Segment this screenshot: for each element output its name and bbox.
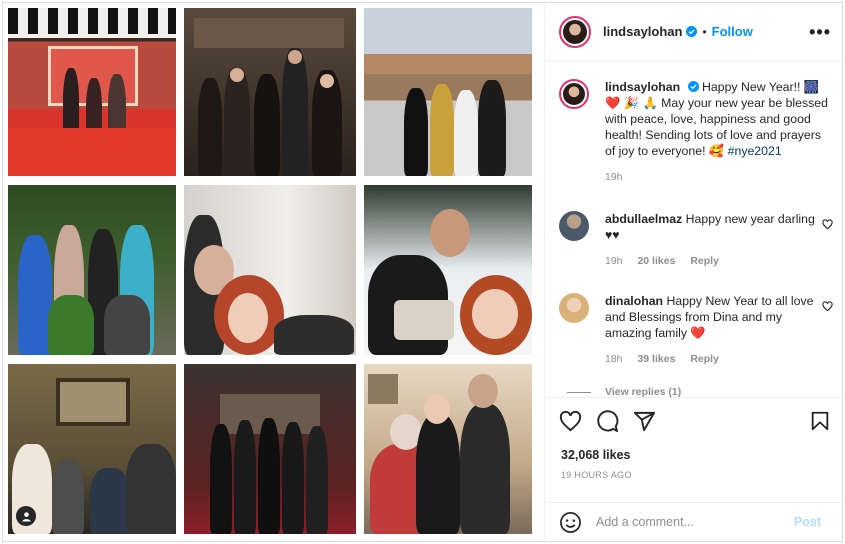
comment-time: 18h: [605, 353, 623, 365]
reply-button[interactable]: Reply: [690, 353, 719, 365]
caption-username[interactable]: lindsaylohan: [605, 80, 680, 94]
photo-restaurant-selfie: [364, 185, 532, 355]
comment-item: abdullaelmaz Happy new year darling ♥♥ 1…: [559, 211, 833, 267]
save-icon[interactable]: [809, 410, 831, 432]
add-comment-bar: Post: [545, 502, 845, 541]
verified-icon: [686, 26, 698, 37]
view-replies-button[interactable]: View replies (1): [605, 386, 681, 397]
photo-snowy-street: [364, 8, 532, 176]
comment-time: 19h: [605, 255, 623, 267]
caption-time: 19h: [605, 171, 623, 183]
tagged-user-icon[interactable]: [16, 506, 36, 526]
separator-dot: •: [702, 24, 707, 39]
share-icon[interactable]: [633, 410, 656, 433]
photo-collage[interactable]: [8, 8, 539, 538]
likes-count[interactable]: 32,068 likes: [561, 448, 631, 462]
emoji-icon[interactable]: [559, 511, 582, 534]
follow-button[interactable]: Follow: [712, 24, 753, 39]
photo-red-staircase: [8, 8, 176, 176]
photo-grandmother: [364, 364, 532, 534]
verified-icon: [687, 81, 699, 92]
heart-icon[interactable]: [822, 301, 833, 312]
avatar[interactable]: [559, 293, 589, 323]
photo-group-fireplace: [184, 364, 356, 534]
avatar[interactable]: [559, 15, 591, 48]
post-sidebar: lindsaylohan • Follow ••• lindsaylohan H…: [544, 3, 845, 541]
post-timestamp[interactable]: 19 HOURS AGO: [561, 470, 632, 480]
comment-likes[interactable]: 20 likes: [637, 255, 675, 267]
comment-input[interactable]: [596, 515, 786, 529]
heart-icon[interactable]: [822, 219, 833, 230]
caption: lindsaylohan Happy New Year!! 🎆 ❤️ 🎉 🙏 M…: [559, 79, 829, 183]
comment-username[interactable]: abdullaelmaz: [605, 212, 682, 226]
reply-button[interactable]: Reply: [690, 255, 719, 267]
photo-family-dinner: [8, 364, 176, 534]
more-icon[interactable]: •••: [809, 22, 831, 43]
comment-likes[interactable]: 39 likes: [637, 353, 675, 365]
comment-username[interactable]: dinalohan: [605, 294, 663, 308]
photo-couple-selfie: [184, 185, 356, 355]
heart-icon[interactable]: [559, 410, 582, 433]
instagram-post: lindsaylohan • Follow ••• lindsaylohan H…: [2, 2, 845, 542]
photo-group-bar: [184, 8, 356, 176]
comment-icon[interactable]: [596, 410, 619, 433]
action-bar: 32,068 likes 19 HOURS AGO: [545, 397, 845, 502]
avatar[interactable]: [559, 211, 589, 241]
author-username[interactable]: lindsaylohan: [603, 24, 682, 39]
photo-group-garden: [8, 185, 176, 355]
post-header: lindsaylohan • Follow •••: [545, 3, 845, 61]
comment-item: dinalohan Happy New Year to all love and…: [559, 293, 833, 365]
post-button[interactable]: Post: [794, 515, 821, 529]
hashtag-link[interactable]: #nye2021: [728, 144, 782, 158]
comments-section[interactable]: lindsaylohan Happy New Year!! 🎆 ❤️ 🎉 🙏 M…: [545, 61, 845, 397]
avatar[interactable]: [559, 79, 589, 109]
